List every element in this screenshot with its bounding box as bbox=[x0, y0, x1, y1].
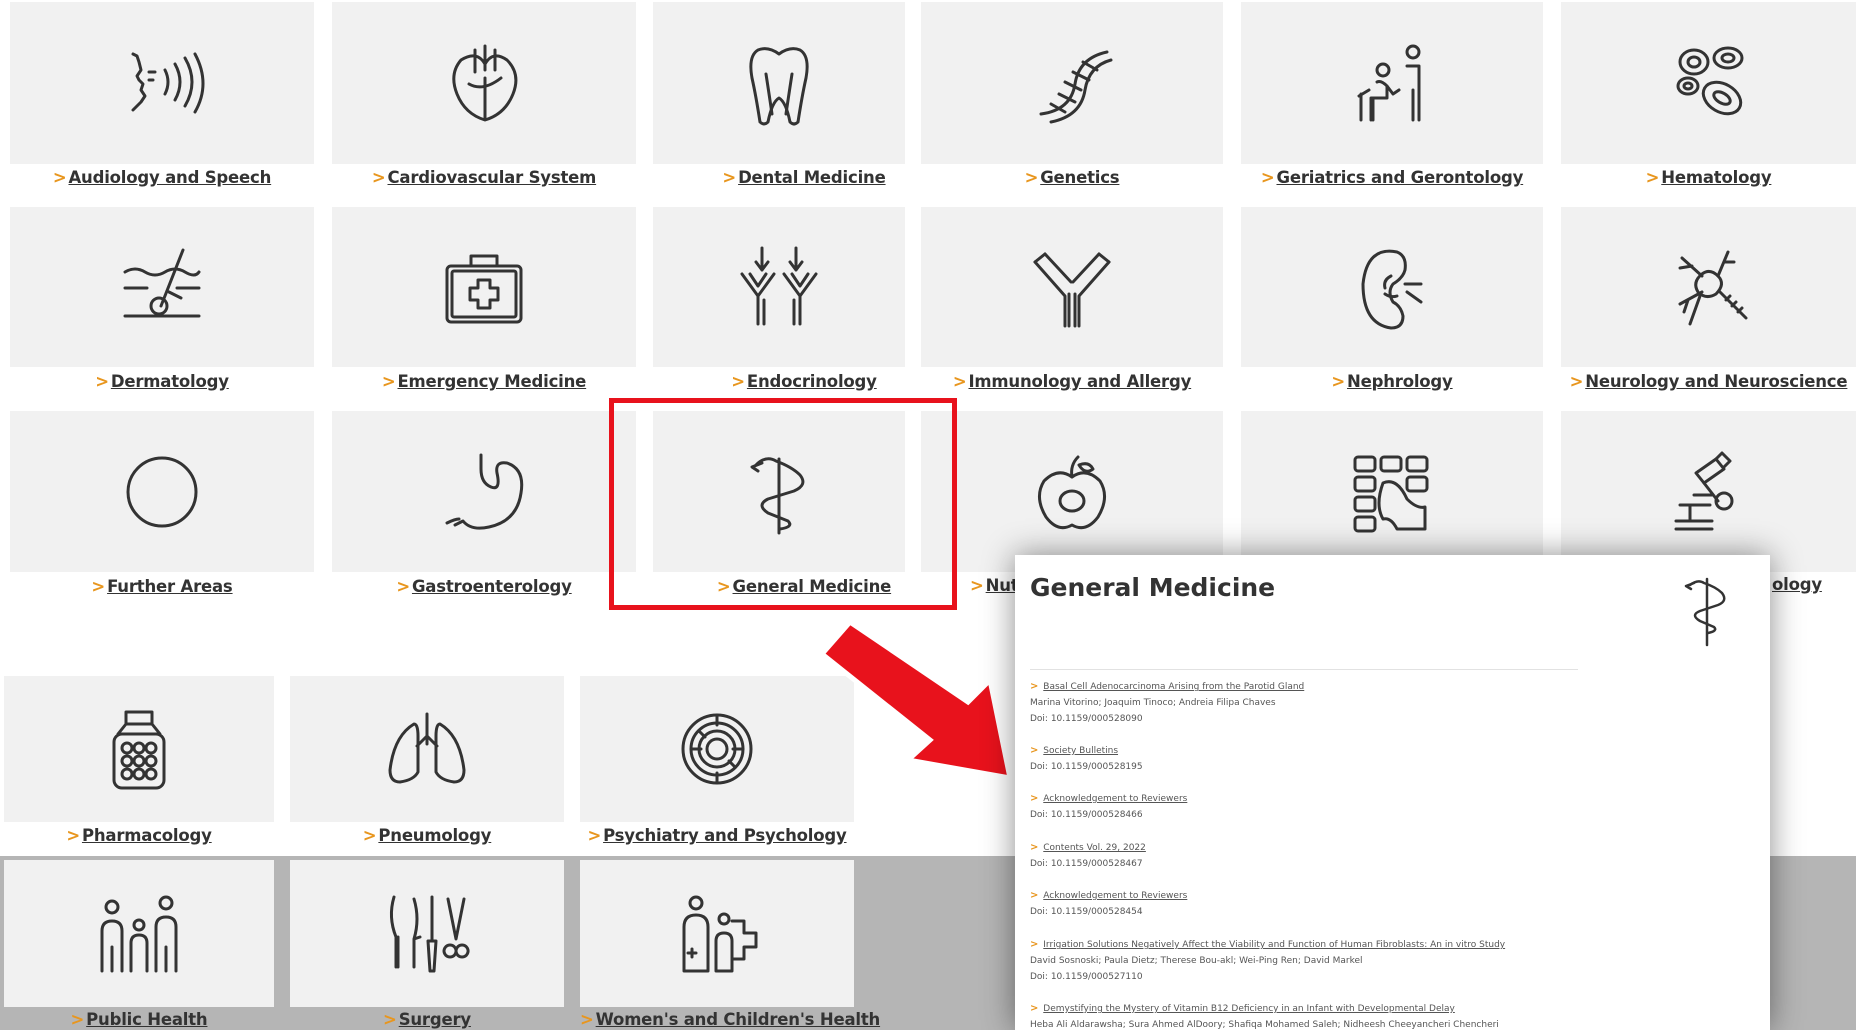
article-item: > Acknowledgement to Reviewers Doi: 10.1… bbox=[1030, 888, 1187, 920]
article-link[interactable]: Basal Cell Adenocarcinoma Arising from t… bbox=[1043, 682, 1304, 692]
article-link[interactable]: Contents Vol. 29, 2022 bbox=[1043, 843, 1146, 853]
article-doi: Doi: 10.1159/000528195 bbox=[1030, 762, 1143, 772]
panel-divider bbox=[1030, 669, 1578, 670]
panel-title: General Medicine bbox=[1030, 573, 1276, 602]
article-link[interactable]: Irrigation Solutions Negatively Affect t… bbox=[1043, 940, 1505, 950]
article-item: > Basal Cell Adenocarcinoma Arising from… bbox=[1030, 679, 1304, 727]
article-doi: Doi: 10.1159/000528090 bbox=[1030, 714, 1143, 724]
article-item: > Acknowledgement to Reviewers Doi: 10.1… bbox=[1030, 791, 1187, 823]
article-link[interactable]: Acknowledgement to Reviewers bbox=[1043, 794, 1187, 804]
article-link[interactable]: Society Bulletins bbox=[1043, 746, 1118, 756]
general-medicine-panel: General Medicine > Basal Cell Adenocarci… bbox=[1015, 555, 1770, 1030]
article-doi: Doi: 10.1159/000528466 bbox=[1030, 810, 1143, 820]
article-link[interactable]: Demystifying the Mystery of Vitamin B12 … bbox=[1043, 1004, 1455, 1014]
article-link[interactable]: Acknowledgement to Reviewers bbox=[1043, 891, 1187, 901]
article-authors: Marina Vitorino; Joaquim Tinoco; Andreia… bbox=[1030, 698, 1276, 708]
article-item: > Irrigation Solutions Negatively Affect… bbox=[1030, 937, 1505, 985]
article-item: > Demystifying the Mystery of Vitamin B1… bbox=[1030, 1001, 1499, 1030]
article-item: > Contents Vol. 29, 2022 Doi: 10.1159/00… bbox=[1030, 840, 1146, 872]
article-authors: David Sosnoski; Paula Dietz; Therese Bou… bbox=[1030, 956, 1363, 966]
article-doi: Doi: 10.1159/000527110 bbox=[1030, 972, 1143, 982]
article-item: > Society Bulletins Doi: 10.1159/0005281… bbox=[1030, 743, 1143, 775]
article-doi: Doi: 10.1159/000528467 bbox=[1030, 859, 1143, 869]
caduceus-icon bbox=[1684, 577, 1726, 647]
article-authors: Heba Ali Aldarawsha; Sura Ahmed AlDoory;… bbox=[1030, 1020, 1499, 1030]
article-doi: Doi: 10.1159/000528454 bbox=[1030, 907, 1143, 917]
